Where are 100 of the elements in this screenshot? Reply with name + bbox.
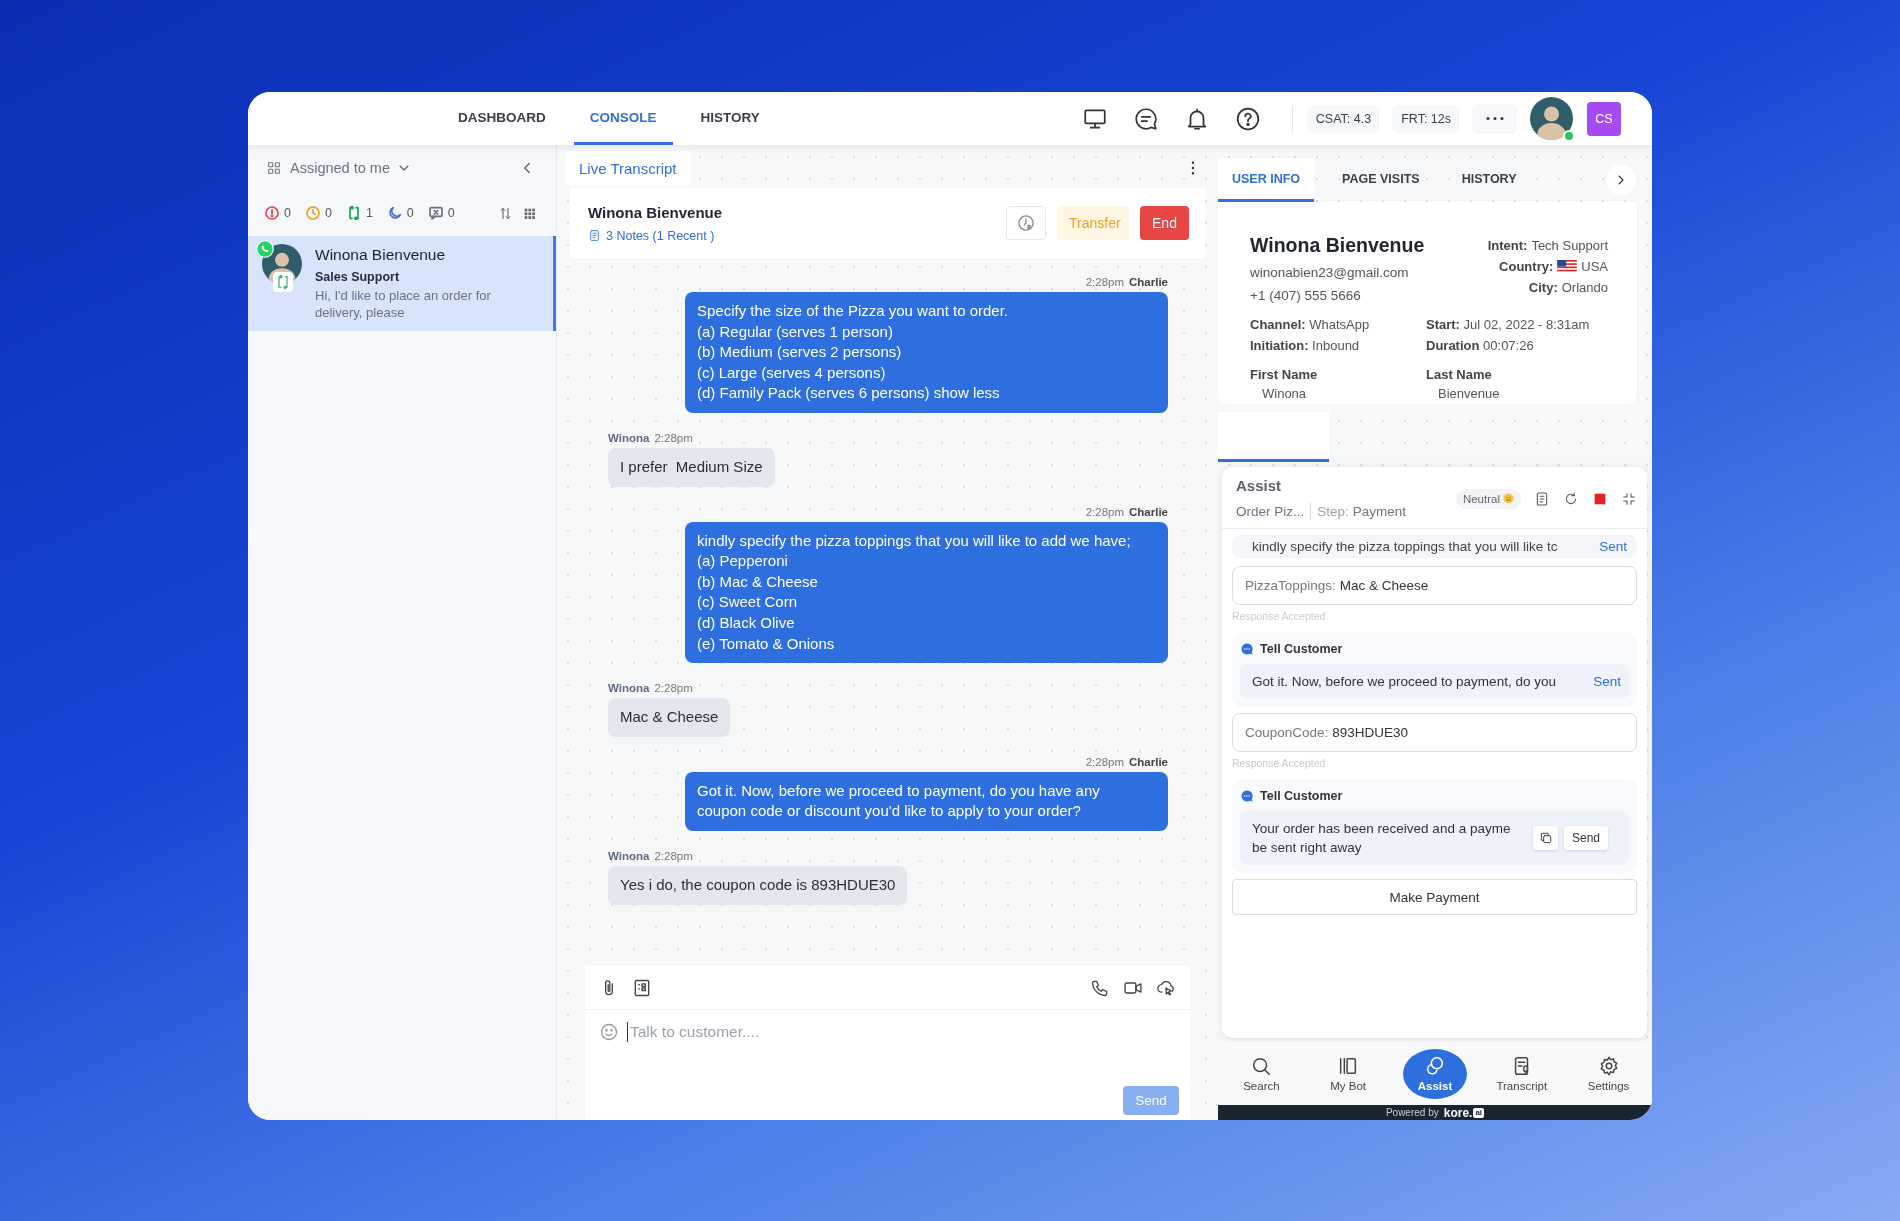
counter-value: 0 <box>406 206 414 220</box>
field-label: Last Name <box>1426 367 1493 382</box>
snooze-button[interactable] <box>1006 206 1046 240</box>
avatar-icon[interactable] <box>1530 97 1573 140</box>
more-icon <box>1486 116 1504 121</box>
copy-button[interactable] <box>1533 826 1558 850</box>
nav-item[interactable]: Search <box>1229 1048 1294 1099</box>
sent-status: Sent <box>1593 673 1621 691</box>
field-value: Winona <box>1261 386 1308 401</box>
nav-item[interactable]: My Bot <box>1316 1048 1381 1099</box>
counter-value: 1 <box>365 206 373 220</box>
flow-name: Order Piz... <box>1236 503 1305 519</box>
chat-icon <box>1240 642 1254 656</box>
card-title: Tell Customer <box>1260 789 1343 803</box>
step-label: Step: <box>1317 503 1349 519</box>
sender-name: Winona <box>608 682 650 695</box>
clock-icon <box>1016 213 1036 233</box>
document-icon[interactable] <box>1534 490 1550 507</box>
sender-name: Charlie <box>1129 276 1168 288</box>
grid-icon <box>266 160 282 176</box>
chat-icon <box>1240 789 1254 803</box>
message-text: kindly specify the pizza toppings that you will like tc <box>1252 539 1558 554</box>
emoji-icon[interactable] <box>599 1022 619 1042</box>
message-time: 2:28pm <box>654 682 693 695</box>
message-bubble: Got it. Now, before we proceed to payment, do you have any coupon code or discount you'd like to apply to your order? <box>685 771 1168 831</box>
counter-value: 0 <box>284 206 291 220</box>
card-title: Tell Customer <box>1260 642 1343 656</box>
send-button[interactable]: Send <box>1564 826 1609 850</box>
tab[interactable]: PAGE VISITS <box>1328 158 1434 202</box>
fact-value: Tech Support <box>1531 238 1608 253</box>
filter-dropdown[interactable]: Assigned to me <box>290 160 390 176</box>
conversation-item[interactable]: Winona Bienvenue Sales Support Hi, I'd like to place an order for delivery, please <box>248 236 556 331</box>
fact-label: City: <box>1528 280 1558 295</box>
user-name: Winona Bienvenue <box>1250 234 1425 257</box>
sort-icon[interactable] <box>498 205 513 221</box>
emoji-icon <box>1503 493 1514 504</box>
nav-tab[interactable]: DASHBOARD <box>442 92 562 145</box>
contact-name: Winona Bienvenue <box>315 246 447 264</box>
detail-text: Start: Jul 02, 2022 - 8:31am <box>1426 317 1591 332</box>
entity-value: 893HDUE30 <box>1332 725 1409 740</box>
message-time: 2:28pm <box>654 431 693 444</box>
form-icon[interactable] <box>632 977 652 998</box>
fact-label: Country: <box>1499 259 1554 274</box>
chat-icon[interactable] <box>1132 105 1159 132</box>
transcript-tab[interactable]: Live Transcript <box>565 151 691 185</box>
refresh-icon[interactable] <box>1563 490 1579 507</box>
copy-icon <box>1538 831 1553 845</box>
sender-name: Charlie <box>1129 755 1168 768</box>
message-bubble: Mac & Cheese <box>608 698 731 737</box>
sent-status: Sent <box>1599 539 1627 554</box>
message-bubble: kindly specify the pizza toppings that you will like to add we have; (a) Pepperoni (b) Mac & Cheese (c) Sweet Corn (d) Black Olive (e) Tomato & Onions <box>685 521 1168 664</box>
route-icon <box>273 272 293 292</box>
grid-icon[interactable] <box>523 206 536 220</box>
moon-icon[interactable] <box>386 205 403 221</box>
message-bubble: Yes i do, the coupon code is 893HDUE30 <box>608 865 908 905</box>
chat-bubbles-icon <box>1424 1055 1446 1077</box>
message-preview: Hi, I'd like to place an order for delivery, please <box>315 287 492 321</box>
notes-link[interactable]: 3 Notes (1 Recent ) <box>588 228 723 243</box>
flag-icon <box>1557 260 1578 273</box>
sender-name: Winona <box>608 431 650 444</box>
tab[interactable]: USER INFO <box>1218 158 1315 202</box>
user-phone: +1 (407) 555 5666 <box>1250 288 1362 303</box>
fact-value: USA <box>1581 259 1608 274</box>
message-bubble: Specify the size of the Pizza you want to order. (a) Regular (serves 1 person) (b) Medium (serves 2 persons) (c) Large (serves 4 persons) (d) Family Pack (serves 6 persons) show less <box>685 292 1168 413</box>
step-name: Payment <box>1352 503 1407 519</box>
counter-value: 0 <box>324 206 332 220</box>
tab[interactable]: HISTORY <box>1447 158 1531 202</box>
footer-text: Powered by <box>1385 1107 1439 1118</box>
tab[interactable] <box>1218 412 1329 462</box>
help-icon[interactable] <box>1234 105 1261 132</box>
profile-badge[interactable]: CS <box>1587 101 1621 136</box>
nav-item[interactable]: Settings <box>1576 1048 1641 1099</box>
message-time: 2:28pm <box>1085 505 1124 518</box>
detail-text: Duration 00:07:26 <box>1426 338 1535 353</box>
entity-value: Mac & Cheese <box>1339 578 1429 593</box>
field-label: First Name <box>1250 367 1319 382</box>
nav-item[interactable]: Transcript <box>1489 1048 1554 1099</box>
message-time: 2:28pm <box>1085 755 1124 768</box>
message-icon[interactable] <box>427 205 444 221</box>
sentiment-badge: Neutral <box>1455 488 1521 509</box>
message-time: 2:28pm <box>1085 276 1124 288</box>
field-value: Bienvenue <box>1437 386 1501 401</box>
stat-pill: CSAT: 4.3 <box>1306 104 1381 133</box>
fact-label: Intent: <box>1487 238 1528 253</box>
nav-item[interactable]: Assist <box>1403 1048 1467 1099</box>
response-status: Response Accepted <box>1232 757 1327 769</box>
alert-icon[interactable] <box>264 205 280 221</box>
search-icon <box>1250 1055 1273 1077</box>
end-button[interactable]: End <box>1140 206 1189 240</box>
whatsapp-icon <box>256 240 274 258</box>
detail-text: Initiation: Inbound <box>1250 338 1361 353</box>
customer-name: Winona Bienvenue <box>588 203 723 221</box>
payment-button[interactable]: Make Payment <box>1232 879 1637 915</box>
sender-name: Charlie <box>1129 505 1168 518</box>
entity-label: PizzaToppings: <box>1245 578 1336 593</box>
counter-value: 0 <box>447 206 455 220</box>
panel-title: Assist <box>1236 477 1283 494</box>
nav-tab[interactable]: HISTORY <box>684 92 776 145</box>
message-time: 2:28pm <box>654 849 693 862</box>
detail-text: Channel: WhatsApp <box>1250 317 1371 332</box>
